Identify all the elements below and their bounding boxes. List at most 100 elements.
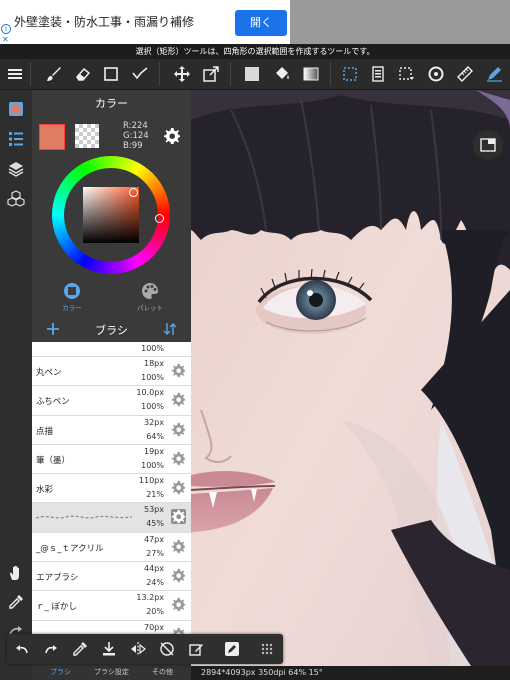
pen-mode-icon[interactable] xyxy=(222,639,242,659)
color-panel: カラー R:224 G:124 B:99 カラー パレット xyxy=(32,90,191,316)
pen-settings-icon[interactable] xyxy=(482,63,506,85)
gradient-tool-icon[interactable] xyxy=(299,63,323,85)
line-tool-icon[interactable] xyxy=(128,63,152,85)
brush-settings-gear-icon[interactable] xyxy=(171,363,186,378)
brush-name: 水彩 xyxy=(36,485,54,496)
color-panel-toggle-icon[interactable] xyxy=(5,98,27,120)
ad-banner[interactable]: 外壁塗装・防水工事・雨漏り補修 開く i ✕ xyxy=(0,0,290,44)
brush-settings-gear-icon[interactable] xyxy=(171,392,186,407)
sort-brushes-icon[interactable] xyxy=(162,321,178,337)
undo-icon[interactable] xyxy=(12,639,32,659)
move-tool-icon[interactable] xyxy=(170,63,194,85)
bottom-quick-toolbar xyxy=(7,634,283,664)
main-color-swatch[interactable] xyxy=(39,124,65,150)
brush-settings-gear-icon[interactable] xyxy=(171,568,186,583)
fill-color-icon[interactable] xyxy=(240,63,264,85)
brush-opacity: 100% xyxy=(141,373,164,382)
brush-opacity: 21% xyxy=(146,490,164,500)
brush-row[interactable]: 丸ペン 18px 100% xyxy=(32,357,191,387)
select-menu-icon[interactable] xyxy=(395,63,419,85)
ruler-icon[interactable] xyxy=(453,63,477,85)
left-rail xyxy=(0,90,32,680)
color-settings-gear-icon[interactable] xyxy=(163,127,181,145)
brush-settings-gear-icon[interactable] xyxy=(171,597,186,612)
toolbar-divider xyxy=(159,62,160,86)
color-wheel[interactable] xyxy=(52,156,170,274)
brush-row[interactable]: _@ｓ_ｔアクリル 47px 27% xyxy=(32,532,191,563)
ad-open-button[interactable]: 開く xyxy=(235,10,287,36)
brush-panel: ブラシ 100% 丸ペン 18px 100% ふちペン 10.0px 100% … xyxy=(32,316,191,680)
ad-close-icon[interactable]: ✕ xyxy=(2,35,9,44)
shape-tool-icon[interactable] xyxy=(99,63,123,85)
brush-row[interactable]: 点描 32px 64% xyxy=(32,415,191,445)
rgb-b: B:99 xyxy=(123,141,143,151)
brush-row-selected[interactable]: 53px 45% xyxy=(32,503,191,533)
panel-layout-icon[interactable] xyxy=(473,130,503,160)
brush-size: 110px xyxy=(138,476,164,486)
brush-opacity: 24% xyxy=(146,578,164,588)
save-download-icon[interactable] xyxy=(99,639,119,659)
brush-opacity: 45% xyxy=(146,519,164,529)
brush-row[interactable]: 水彩 110px 21% xyxy=(32,474,191,504)
canvas-status-bar: 2894*4093px 350dpi 64% 15° xyxy=(191,666,510,680)
hue-knob[interactable] xyxy=(155,214,164,223)
snap-icon[interactable] xyxy=(424,63,448,85)
tab-palette-label: パレット xyxy=(137,304,163,312)
tab-other[interactable]: その他 xyxy=(152,667,173,677)
toolbar-divider xyxy=(330,62,331,86)
brush-name: ふちペン xyxy=(36,397,70,408)
palette-icon xyxy=(142,283,158,299)
brush-row[interactable]: 筆（墨） 19px 100% xyxy=(32,444,191,475)
tab-color[interactable]: カラー xyxy=(42,282,102,314)
brush-settings-gear-icon[interactable] xyxy=(171,422,186,437)
transparent-color-swatch[interactable] xyxy=(75,124,99,148)
materials-icon[interactable] xyxy=(5,188,27,210)
sv-knob[interactable] xyxy=(129,188,138,197)
menu-icon[interactable] xyxy=(3,63,27,85)
toolbar-divider xyxy=(230,62,231,86)
tab-color-label: カラー xyxy=(62,304,82,312)
rgb-readout: R:224 G:124 B:99 xyxy=(123,121,149,151)
brush-name: 丸ペン xyxy=(36,368,62,378)
brush-panel-toggle-icon[interactable] xyxy=(5,128,27,150)
ad-info-icon[interactable]: i xyxy=(1,24,11,34)
more-grid-icon[interactable] xyxy=(257,639,277,659)
fill-selection-icon[interactable] xyxy=(186,639,206,659)
select-rect-tool-icon[interactable] xyxy=(338,63,362,85)
brush-row[interactable]: ふちペン 10.0px 100% xyxy=(32,386,191,416)
brush-settings-gear-icon[interactable] xyxy=(171,509,186,525)
eyedropper-icon[interactable] xyxy=(5,591,27,613)
rgb-g: G:124 xyxy=(123,131,149,141)
layer-copy-icon[interactable] xyxy=(366,63,390,85)
brush-name: _@ｓ_ｔアクリル xyxy=(36,543,104,554)
rotate-reset-icon[interactable] xyxy=(157,639,177,659)
brush-row[interactable]: 100% xyxy=(32,342,191,357)
brush-size: 13.2px xyxy=(136,593,164,603)
brush-settings-gear-icon[interactable] xyxy=(171,451,186,466)
eraser-tool-icon[interactable] xyxy=(71,63,95,85)
brush-row[interactable]: ｒ_ ぼかし 13.2px 20% xyxy=(32,591,191,621)
layers-icon[interactable] xyxy=(5,158,27,180)
ad-text[interactable]: 外壁塗装・防水工事・雨漏り補修 xyxy=(14,13,194,30)
brush-size: 70px xyxy=(144,622,164,632)
artwork-illustration xyxy=(191,90,510,666)
brush-list: 100% 丸ペン 18px 100% ふちペン 10.0px 100% 点描 3… xyxy=(32,342,191,650)
drawing-canvas[interactable] xyxy=(191,90,510,666)
eyedropper-quick-icon[interactable] xyxy=(70,639,90,659)
transform-tool-icon[interactable] xyxy=(199,63,223,85)
brush-tool-icon[interactable] xyxy=(42,63,66,85)
top-toolbar xyxy=(0,59,510,90)
brush-settings-gear-icon[interactable] xyxy=(171,480,186,495)
brush-opacity: 64% xyxy=(146,431,164,441)
flip-horizontal-icon[interactable] xyxy=(128,639,148,659)
hand-tool-icon[interactable] xyxy=(5,562,27,584)
brush-row[interactable]: エアブラシ 44px 24% xyxy=(32,562,191,592)
brush-settings-gear-icon[interactable] xyxy=(171,539,186,554)
tab-brush[interactable]: ブラシ xyxy=(50,667,71,677)
tab-brush-settings[interactable]: ブラシ設定 xyxy=(94,667,129,677)
tab-palette[interactable]: パレット xyxy=(120,282,180,314)
brush-size: 47px xyxy=(144,534,164,544)
brush-panel-header: ブラシ xyxy=(32,316,191,342)
bucket-tool-icon[interactable] xyxy=(270,63,294,85)
redo-icon[interactable] xyxy=(41,639,61,659)
